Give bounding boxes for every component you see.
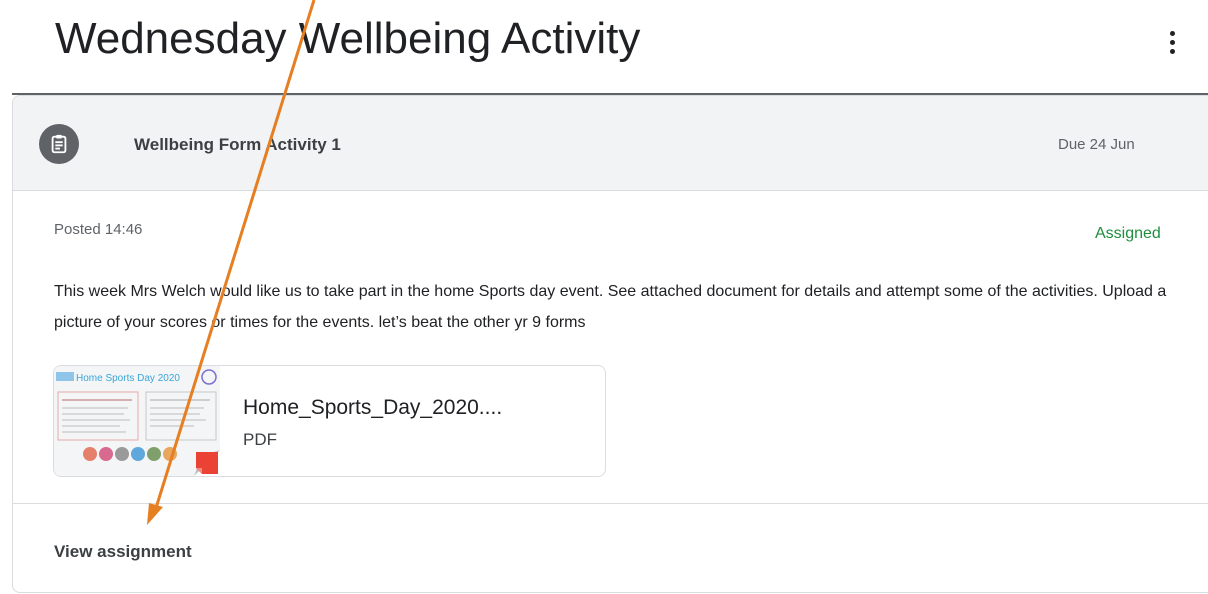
pdf-file-icon [196,452,218,474]
card-header[interactable]: Wellbeing Form Activity 1 Due 24 Jun [13,96,1208,191]
footer-divider [13,503,1208,504]
attachment-name: Home_Sports_Day_2020.... [243,396,503,419]
status-label: Assigned [1095,225,1161,242]
assignment-description: This week Mrs Welch would like us to tak… [54,283,1167,331]
due-date: Due 24 Jun [1058,136,1135,153]
posted-time: Posted 14:46 [54,221,143,238]
assignment-title: Wellbeing Form Activity 1 [134,135,341,154]
attachment-card[interactable]: Home Sports Day 2020 Home_Sports_Day_202… [53,365,606,477]
page-title: Wednesday Wellbeing Activity [55,14,641,63]
view-assignment-link[interactable]: View assignment [54,542,192,562]
more-vert-icon[interactable] [1158,24,1186,60]
thumbnail-heading: Home Sports Day 2020 [76,373,180,384]
attachment-thumbnail: Home Sports Day 2020 [54,366,220,476]
attachment-type: PDF [243,430,277,449]
assignment-card: Wellbeing Form Activity 1 Due 24 Jun Pos… [12,95,1208,593]
assignment-icon [39,124,79,164]
